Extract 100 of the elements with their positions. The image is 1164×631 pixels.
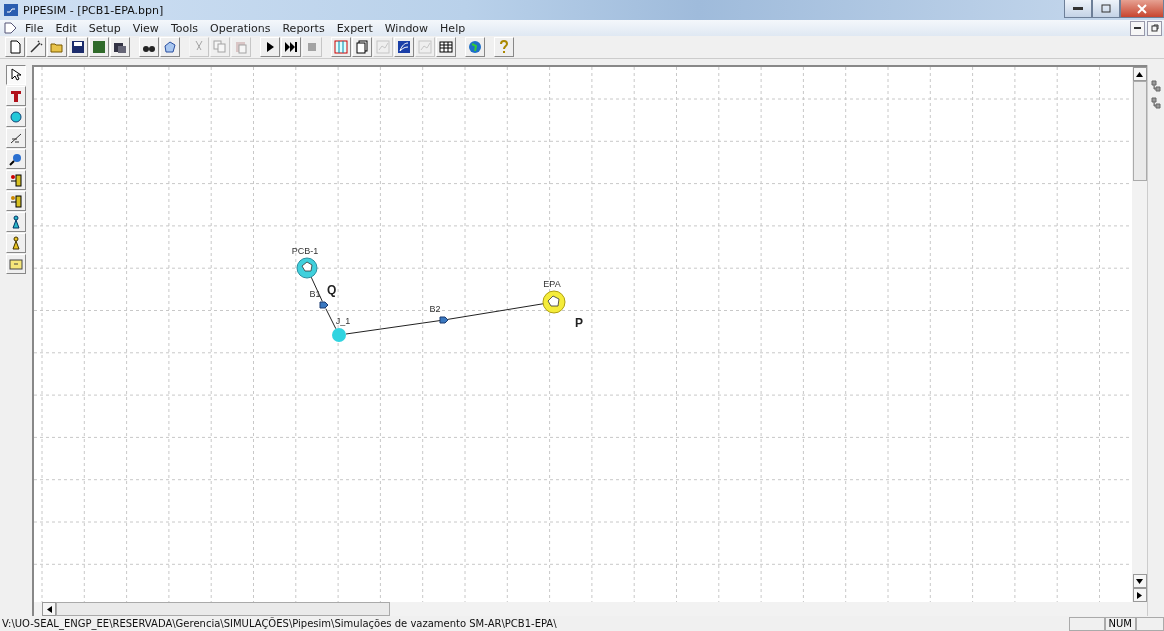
stop-icon (305, 40, 319, 54)
plot-icon (397, 40, 411, 54)
run-button[interactable] (260, 37, 280, 57)
open-icon (50, 40, 64, 54)
minimize-button[interactable] (1130, 20, 1145, 36)
well-in-tool-button[interactable] (6, 170, 26, 190)
globe-button[interactable] (465, 37, 485, 57)
person-alt-tool-button[interactable] (6, 233, 26, 253)
wizard-icon (29, 40, 43, 54)
copy-icon (213, 40, 227, 54)
status-panel (1068, 616, 1105, 631)
restore-button[interactable] (1147, 20, 1162, 36)
paste-icon (234, 40, 248, 54)
globe-icon (468, 40, 482, 54)
scroll-right-button[interactable] (1132, 588, 1147, 602)
minimize-button[interactable] (1064, 0, 1092, 18)
well-out-tool-button[interactable] (6, 191, 26, 211)
map-button[interactable] (160, 37, 180, 57)
scrollbar-thumb[interactable] (1132, 81, 1147, 181)
pages-icon (355, 40, 369, 54)
wizard-button[interactable] (26, 37, 46, 57)
restore-icon (1101, 4, 1111, 13)
run-all-button[interactable] (281, 37, 301, 57)
pipe-line[interactable] (447, 303, 544, 320)
plot-button[interactable] (394, 37, 414, 57)
grid-button[interactable] (331, 37, 351, 57)
branch-icon (9, 131, 23, 145)
pages-button[interactable] (352, 37, 372, 57)
network-tool-icon[interactable] (1150, 96, 1162, 110)
grid-icon (334, 40, 348, 54)
pointer-icon (9, 68, 23, 82)
folder-icon (9, 257, 23, 271)
menu-item[interactable]: Tools (165, 21, 203, 35)
find-button[interactable] (139, 37, 159, 57)
node-icon (9, 110, 23, 124)
folder-tool-button[interactable] (6, 254, 26, 274)
help-file-button[interactable] (89, 37, 109, 57)
right-arrow-icon (1137, 591, 1142, 599)
person-tool-button[interactable] (6, 212, 26, 232)
table-icon (439, 40, 453, 54)
probe-tool-button[interactable] (6, 149, 26, 169)
text-tool-button[interactable] (6, 86, 26, 106)
pipe-joint-icon[interactable] (319, 301, 329, 309)
junction-node[interactable] (332, 328, 346, 342)
probe-icon (9, 152, 23, 166)
minimize-icon (1134, 26, 1141, 30)
down-arrow-icon (1136, 578, 1143, 584)
pipe-line[interactable] (325, 308, 337, 330)
menu-item[interactable]: Reports (277, 21, 330, 35)
pipe-line[interactable] (310, 276, 323, 302)
status-path: V:\UO-SEAL_ENGP_EE\RESERVADA\Gerencia\SIMULAÇÕES\Pipesim\Simulações de vazamento SM-AR\PCB1-EPA\ (2, 618, 558, 629)
help-icon (497, 40, 511, 54)
source-node[interactable] (296, 257, 318, 279)
scrollbar-thumb[interactable] (56, 602, 390, 616)
run-all-icon (284, 40, 298, 54)
node-label: PCB-1 (291, 246, 319, 256)
network-tool-icon[interactable] (1150, 79, 1162, 93)
save-button[interactable] (68, 37, 88, 57)
left-arrow-icon (46, 605, 52, 613)
window-title: PIPESIM - [PCB1-EPA.bpn] (23, 3, 165, 17)
pipe-joint-icon[interactable] (439, 316, 449, 324)
new-button[interactable] (5, 37, 25, 57)
print-button[interactable] (110, 37, 130, 57)
chart-icon (418, 40, 432, 54)
menu-item[interactable]: Window (379, 21, 434, 35)
node-label: B1 (309, 289, 321, 299)
node-label: B2 (429, 304, 441, 314)
minimize-icon (1073, 6, 1083, 11)
chart-icon (376, 40, 390, 54)
app-icon (4, 4, 18, 16)
node-label: EPA (543, 279, 561, 289)
menu-item[interactable]: Expert (331, 21, 378, 35)
scroll-left-button[interactable] (42, 602, 56, 616)
menu-item[interactable]: Operations (205, 21, 276, 35)
restore-icon (1150, 24, 1159, 32)
network-canvas[interactable]: PCB-1 B1 Q J_1 B2 EPA P (34, 67, 1132, 602)
menu-item[interactable]: Setup (83, 21, 126, 35)
node-label: J_1 (335, 316, 351, 326)
up-arrow-icon (1136, 71, 1143, 77)
restore-button[interactable] (1092, 0, 1120, 18)
annotation-label: P (575, 316, 583, 330)
menu-item[interactable]: Edit (50, 21, 82, 35)
scroll-down-button[interactable] (1132, 574, 1147, 588)
num-lock-indicator: NUM (1104, 616, 1136, 631)
pointer-tool-button[interactable] (6, 65, 26, 85)
sink-node[interactable] (542, 290, 566, 314)
branch-tool-button[interactable] (6, 128, 26, 148)
person-icon (9, 215, 23, 229)
menu-item[interactable]: Help (435, 21, 471, 35)
table-button[interactable] (436, 37, 456, 57)
close-button[interactable] (1120, 0, 1164, 18)
menu-item[interactable]: File (20, 21, 49, 35)
scroll-up-button[interactable] (1132, 67, 1147, 81)
new-icon (8, 40, 22, 54)
person-alt-icon (9, 236, 23, 250)
help-button[interactable] (494, 37, 514, 57)
text-icon (9, 89, 23, 103)
menu-item[interactable]: View (127, 21, 164, 35)
annotation-label: Q (327, 283, 337, 297)
node-tool-button[interactable] (6, 107, 26, 127)
